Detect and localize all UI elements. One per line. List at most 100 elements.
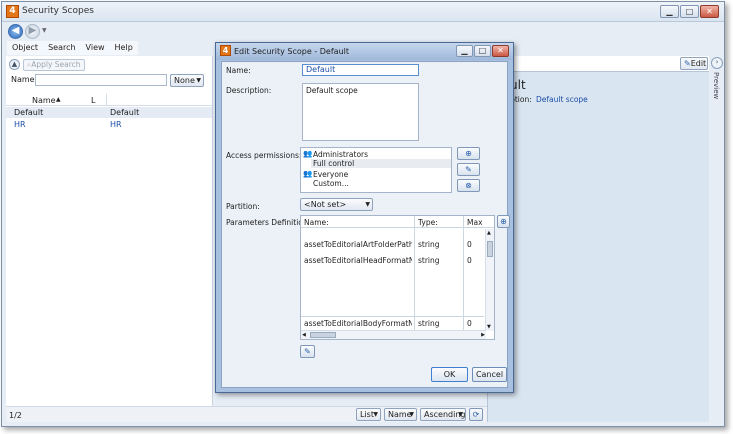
add-parameter-button[interactable]: ⊕ — [497, 215, 510, 228]
name-input[interactable]: Default — [302, 64, 419, 76]
scroll-down-icon[interactable]: ▼ — [487, 324, 491, 330]
filter-mode-select[interactable]: None ▼ — [170, 74, 204, 87]
parameters-definition-label: Parameters Definition: — [226, 218, 311, 227]
menu-bar: Object Search View Help — [7, 41, 138, 55]
history-dropdown-icon[interactable]: ▼ — [42, 27, 47, 34]
apply-search-button[interactable]: ⌕Apply Search — [23, 59, 85, 71]
group-header-cell: Default — [110, 108, 140, 117]
name-label: Name: — [226, 66, 251, 75]
parameters-grid[interactable]: Name: Type: Max assetToEditorialArtFolde… — [300, 215, 495, 340]
maximize-button[interactable]: □ — [680, 5, 699, 18]
search-toolbar: ▲ ⌕Apply Search — [6, 58, 212, 71]
list-column-header: Name ▲ L — [6, 94, 212, 106]
add-icon: ⊕ — [500, 217, 507, 226]
description-textarea[interactable]: Default scope — [302, 83, 419, 141]
collapse-search-button[interactable]: ▲ — [9, 59, 20, 70]
permissions-list[interactable]: 👥 Administrators Full control 👥 Everyone… — [300, 147, 452, 193]
partition-select[interactable]: <Not set> ▼ — [300, 198, 373, 211]
remove-user-icon: ⊗ — [465, 181, 472, 190]
app-icon: 4 — [6, 5, 19, 18]
table-row[interactable]: assetToEditorialBodyFormatName string 0 — [301, 316, 484, 328]
vertical-scrollbar[interactable]: ▲ ▼ — [485, 229, 494, 331]
table-cell: HR — [14, 120, 26, 129]
dialog-body: Name: Default Description: Default scope… — [221, 61, 510, 388]
refresh-button[interactable]: ⟳ — [469, 408, 483, 421]
menu-search[interactable]: Search — [43, 41, 80, 55]
permission-principal: Administrators — [313, 150, 369, 159]
edit-permission-button[interactable]: ✎ — [457, 163, 480, 176]
menu-help[interactable]: Help — [110, 41, 138, 55]
edit-parameter-button[interactable]: ✎ — [300, 345, 315, 358]
scroll-right-icon[interactable]: ▶ — [481, 332, 485, 338]
column-divider — [414, 216, 415, 332]
chevron-down-icon: ▼ — [196, 77, 201, 84]
refresh-icon: ⟳ — [472, 410, 480, 419]
sort-order-select[interactable]: Ascending ▼ — [420, 408, 466, 421]
dialog-close-button[interactable]: ✕ — [492, 45, 509, 57]
menu-object[interactable]: Object — [7, 41, 43, 55]
arrow-right-icon: ▶ — [28, 25, 37, 36]
chevron-down-icon: ▼ — [373, 411, 378, 418]
dialog-minimize-button[interactable]: ▁ — [456, 45, 473, 57]
dialog-maximize-button[interactable]: □ — [474, 45, 491, 57]
item-count: 1/2 — [9, 411, 22, 420]
table-row[interactable]: assetToEditorialArtFolderPath string 0 — [301, 238, 484, 250]
param-type: string — [418, 319, 440, 328]
param-max: 0 — [467, 256, 472, 265]
column-divider — [106, 94, 107, 106]
user-group-icon: 👥 — [303, 149, 313, 158]
chevron-down-icon: ▼ — [365, 201, 370, 208]
preview-sidebar: › Preview — [710, 56, 724, 422]
preview-desc-value: Default scope — [536, 95, 588, 104]
ok-button[interactable]: OK — [431, 367, 468, 382]
edit-button[interactable]: ✎Edit — [680, 57, 708, 70]
description-label: Description: — [226, 86, 272, 95]
list-item[interactable]: 👥 Administrators Full control — [301, 149, 451, 169]
list-item[interactable]: 👥 Everyone Custom... — [301, 169, 451, 189]
column-param-type[interactable]: Type: — [418, 218, 438, 227]
list-pane: ▲ ⌕Apply Search Name: None ▼ Name ▲ L Def… — [6, 56, 213, 422]
scroll-thumb[interactable] — [487, 241, 493, 257]
edit-icon: ✎ — [465, 165, 472, 174]
add-permission-button[interactable]: ⊕ — [457, 147, 480, 160]
column-param-name[interactable]: Name: — [304, 218, 329, 227]
chevron-right-icon: › — [715, 58, 719, 66]
grid-header: Name: Type: Max — [301, 216, 494, 228]
back-button[interactable]: ◀ — [8, 24, 23, 39]
menu-view[interactable]: View — [81, 41, 110, 55]
scroll-left-icon[interactable]: ◀ — [302, 332, 306, 338]
name-filter-label: Name: — [11, 75, 38, 84]
table-cell: HR — [110, 120, 122, 129]
param-name: assetToEditorialHeadFormatName — [304, 256, 412, 265]
preview-tab[interactable]: Preview — [712, 72, 720, 99]
scroll-up-icon[interactable]: ▲ — [487, 230, 491, 236]
column-name[interactable]: Name — [32, 96, 56, 105]
expand-preview-button[interactable]: › — [711, 57, 723, 69]
arrow-left-icon: ◀ — [11, 25, 20, 36]
table-row[interactable]: assetToEditorialHeadFormatName string 0 — [301, 254, 484, 266]
view-mode-select[interactable]: List ▼ — [356, 408, 381, 421]
param-type: string — [418, 256, 440, 265]
user-group-icon: 👥 — [303, 169, 313, 178]
partition-label: Partition: — [226, 202, 260, 211]
dialog-title: Edit Security Scope - Default — [234, 47, 350, 56]
horizontal-scrollbar[interactable]: ◀ ▶ — [301, 330, 486, 339]
sort-field-select[interactable]: Name ▼ — [384, 408, 417, 421]
remove-permission-button[interactable]: ⊗ — [457, 179, 480, 192]
param-name: assetToEditorialArtFolderPath — [304, 240, 412, 249]
cancel-button[interactable]: Cancel — [472, 367, 507, 382]
permission-right: Custom... — [313, 179, 349, 188]
scroll-thumb[interactable] — [310, 332, 336, 338]
name-filter-row: Name: None ▼ — [6, 74, 212, 88]
permission-principal: Everyone — [313, 170, 349, 179]
close-button[interactable]: ✕ — [700, 5, 719, 18]
column-param-max[interactable]: Max — [467, 218, 483, 227]
table-row[interactable]: HR HR — [6, 119, 212, 130]
param-max: 0 — [467, 240, 472, 249]
minimize-button[interactable]: ▁ — [660, 5, 679, 18]
column-l[interactable]: L — [91, 96, 95, 105]
name-filter-input[interactable] — [35, 74, 167, 86]
main-window: 4 Security Scopes ▁ □ ✕ ◀ ▶ ▼ Object Sea… — [1, 1, 725, 427]
param-name: assetToEditorialBodyFormatName — [304, 319, 412, 328]
forward-button[interactable]: ▶ — [25, 24, 40, 39]
